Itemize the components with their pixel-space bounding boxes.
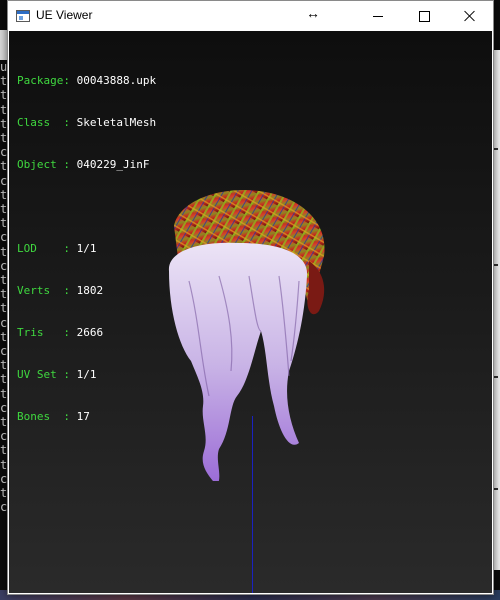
scroll-tick bbox=[494, 148, 498, 150]
info-value: 17 bbox=[76, 410, 90, 423]
info-row-tris: Tris : 2666 bbox=[17, 326, 156, 340]
title-bar[interactable]: UE Viewer ↔ bbox=[8, 1, 493, 31]
info-value: 2666 bbox=[76, 326, 104, 339]
info-value: 040229_JinF bbox=[76, 158, 150, 171]
info-label: Tris : bbox=[17, 326, 77, 339]
mesh-info-overlay: Package: 00043888.upk Class : SkeletalMe… bbox=[17, 46, 156, 452]
info-value: 00043888.upk bbox=[76, 74, 157, 87]
minimize-icon bbox=[373, 15, 383, 17]
info-label: Class : bbox=[17, 116, 77, 129]
info-value: 1802 bbox=[76, 284, 104, 297]
close-icon bbox=[464, 10, 476, 22]
info-row-lod: LOD : 1/1 bbox=[17, 242, 156, 256]
app-window-icon[interactable] bbox=[16, 10, 30, 22]
info-row-bones: Bones : 17 bbox=[17, 410, 156, 424]
hair-mesh bbox=[168, 242, 308, 481]
info-label: LOD : bbox=[17, 242, 77, 255]
minimize-button[interactable] bbox=[355, 1, 401, 31]
info-label: Verts : bbox=[17, 284, 77, 297]
info-row-uvset: UV Set : 1/1 bbox=[17, 368, 156, 382]
info-value: 1/1 bbox=[76, 242, 97, 255]
window-title: UE Viewer bbox=[36, 8, 93, 22]
maximize-icon bbox=[418, 10, 430, 22]
scroll-tick bbox=[494, 488, 498, 490]
info-value: SkeletalMesh bbox=[76, 116, 157, 129]
hair-mesh-model[interactable] bbox=[139, 181, 339, 481]
scroll-tick bbox=[494, 264, 498, 266]
maximize-button[interactable] bbox=[401, 1, 447, 31]
info-label: UV Set : bbox=[17, 368, 77, 381]
ue-viewer-window: UE Viewer ↔ Package: 00043888.upk Class … bbox=[7, 0, 494, 595]
info-row-verts: Verts : 1802 bbox=[17, 284, 156, 298]
origin-axis-line bbox=[252, 416, 253, 593]
info-value: 1/1 bbox=[76, 368, 97, 381]
scroll-tick bbox=[494, 376, 498, 378]
resize-cursor-icon: ↔ bbox=[306, 5, 320, 21]
info-label: Package: bbox=[17, 74, 77, 87]
3d-viewport[interactable]: Package: 00043888.upk Class : SkeletalMe… bbox=[9, 31, 492, 593]
close-button[interactable] bbox=[447, 1, 493, 31]
info-row-object: Object : 040229_JinF bbox=[17, 158, 156, 172]
info-row-class: Class : SkeletalMesh bbox=[17, 116, 156, 130]
info-row-package: Package: 00043888.upk bbox=[17, 74, 156, 88]
info-label: Bones : bbox=[17, 410, 77, 423]
info-label: Object : bbox=[17, 158, 77, 171]
